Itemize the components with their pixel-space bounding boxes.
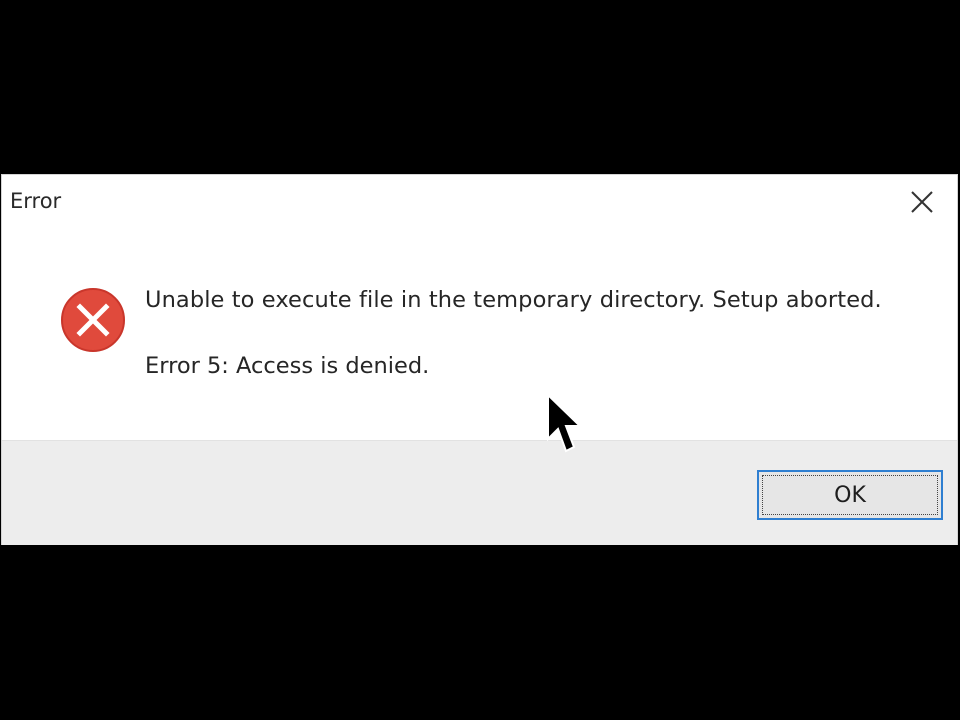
mouse-pointer-icon xyxy=(547,393,582,453)
error-icon xyxy=(61,288,125,352)
ok-button-label: OK xyxy=(834,482,866,508)
dialog-footer: OK xyxy=(2,440,957,545)
error-detail: Error 5: Access is denied. xyxy=(145,353,430,379)
close-icon xyxy=(911,191,933,213)
ok-button[interactable]: OK xyxy=(757,470,943,520)
dialog-title: Error xyxy=(10,189,62,213)
close-button[interactable] xyxy=(907,187,937,217)
error-dialog: Error Unable to execute file in the temp… xyxy=(1,174,958,545)
error-message: Unable to execute file in the temporary … xyxy=(145,287,882,313)
dialog-content: Error Unable to execute file in the temp… xyxy=(2,175,957,440)
